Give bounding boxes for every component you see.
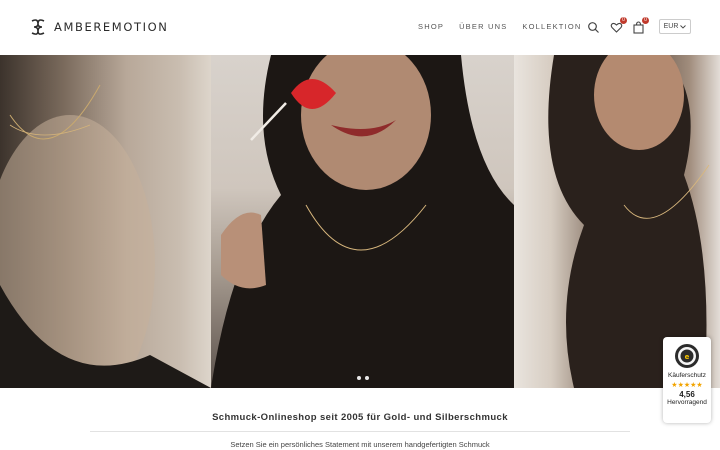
wishlist-icon[interactable]: 0 (610, 17, 627, 34)
hero-slider[interactable] (0, 55, 720, 388)
brand-logo[interactable]: AMBEREMOTION (28, 17, 168, 37)
hero-image-lollipop-model (211, 55, 514, 388)
trust-badge-label: Käuferschutz (668, 372, 706, 379)
intro-subline: Setzen Sie ein persönliches Statement mi… (230, 440, 490, 449)
nav-collection[interactable]: KOLLEKTION (522, 22, 581, 31)
svg-text:e: e (685, 353, 690, 361)
trust-badge-widget[interactable]: e Käuferschutz ★★★★★ 4,56 Hervorragend (663, 337, 711, 423)
wishlist-count-badge: 0 (620, 17, 627, 24)
header-icons: 0 0 (587, 17, 649, 34)
brand-name: AMBEREMOTION (54, 20, 169, 34)
slider-dot[interactable] (365, 376, 369, 380)
cart-count-badge: 0 (642, 17, 649, 24)
nav-shop[interactable]: SHOP (418, 22, 444, 31)
divider (90, 431, 630, 432)
rating-score: 4,56 (679, 390, 695, 399)
search-icon[interactable] (587, 21, 600, 34)
slider-dot[interactable] (357, 376, 361, 380)
rating-stars: ★★★★★ (671, 382, 703, 389)
hero-image-back-necklace (0, 55, 211, 388)
trust-seal-icon: e (675, 344, 699, 368)
chevron-down-icon (680, 24, 687, 29)
currency-select[interactable]: EUR (659, 19, 691, 34)
currency-value: EUR (663, 23, 679, 30)
cart-icon[interactable]: 0 (632, 17, 649, 34)
nav-about-us[interactable]: ÜBER UNS (459, 22, 507, 31)
logo-monogram-icon (31, 19, 45, 35)
slider-pagination (357, 376, 369, 380)
intro-tagline: Schmuck-Onlineshop seit 2005 für Gold- u… (212, 412, 508, 423)
main-nav: SHOP ÜBER UNS KOLLEKTION (418, 22, 582, 31)
site-header: AMBEREMOTION SHOP ÜBER UNS KOLLEKTION 0 … (0, 0, 720, 55)
rating-word: Hervorragend (667, 399, 707, 406)
